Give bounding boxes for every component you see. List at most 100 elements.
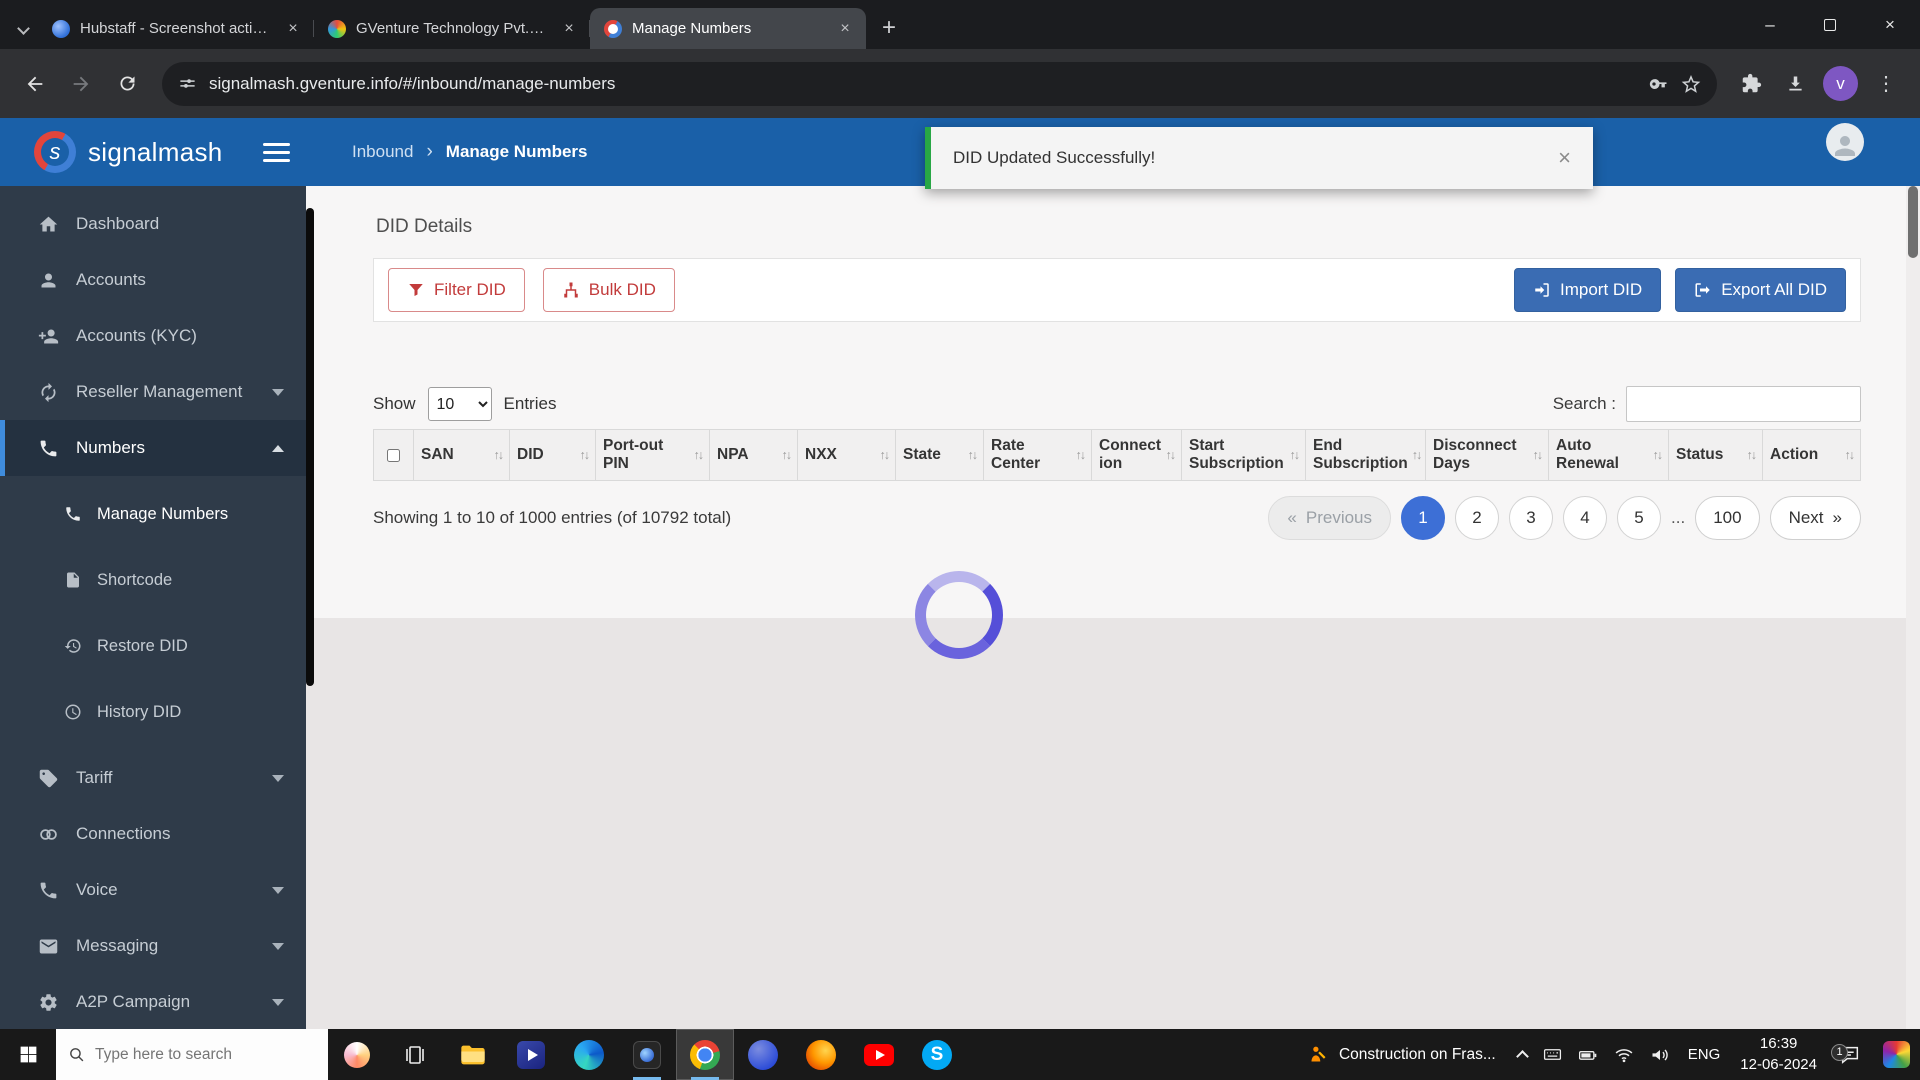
column-header-action[interactable]: Action↑↓ — [1763, 430, 1860, 480]
column-header-connection[interactable]: Connection↑↓ — [1092, 430, 1182, 480]
close-button[interactable]: × — [1860, 0, 1920, 49]
column-header-npa[interactable]: NPA↑↓ — [710, 430, 798, 480]
pagination-previous-button[interactable]: « Previous — [1268, 496, 1391, 540]
sort-icon[interactable]: ↑↓ — [494, 448, 503, 462]
sidebar-item-messaging[interactable]: Messaging — [0, 918, 306, 974]
sidebar-item-manage-numbers[interactable]: Manage Numbers — [0, 481, 306, 547]
browser-tab-gventure[interactable]: GVenture Technology Pvt. Ltd. × — [314, 8, 590, 49]
sidebar-item-voice[interactable]: Voice — [0, 862, 306, 918]
tab-close-icon[interactable]: × — [558, 18, 580, 40]
extensions-button[interactable] — [1731, 64, 1771, 104]
sidebar-item-restore-did[interactable]: Restore DID — [0, 613, 306, 679]
password-key-icon[interactable] — [1649, 74, 1669, 94]
column-header-end-subscription[interactable]: End Subscription↑↓ — [1306, 430, 1426, 480]
bulk-did-button[interactable]: Bulk DID — [543, 268, 675, 312]
file-explorer-button[interactable] — [444, 1029, 502, 1080]
sidebar-toggle-button[interactable] — [261, 137, 292, 168]
teams-button[interactable] — [734, 1029, 792, 1080]
sidebar-item-tariff[interactable]: Tariff — [0, 750, 306, 806]
sidebar-item-connections[interactable]: Connections — [0, 806, 306, 862]
bookmark-star-icon[interactable] — [1681, 74, 1701, 94]
tab-close-icon[interactable]: × — [834, 18, 856, 40]
pagination-page-button[interactable]: 2 — [1455, 496, 1499, 540]
sidebar-item-a2p-campaign[interactable]: A2P Campaign — [0, 974, 306, 1030]
sort-icon[interactable]: ↑↓ — [1290, 448, 1299, 462]
wifi-tray-button[interactable] — [1606, 1045, 1642, 1065]
pagination-page-button[interactable]: 4 — [1563, 496, 1607, 540]
sort-icon[interactable]: ↑↓ — [968, 448, 977, 462]
sort-icon[interactable]: ↑↓ — [1845, 448, 1854, 462]
column-header-start-subscription[interactable]: Start Subscription↑↓ — [1182, 430, 1306, 480]
browser-menu-button[interactable]: ⋮ — [1866, 64, 1906, 104]
language-indicator[interactable]: ENG — [1678, 1046, 1731, 1063]
sort-icon[interactable]: ↑↓ — [880, 448, 889, 462]
taskbar-search-box[interactable] — [56, 1029, 328, 1080]
site-settings-icon[interactable] — [178, 74, 197, 93]
url-text[interactable]: signalmash.gventure.info/#/inbound/manag… — [209, 74, 1637, 94]
minimize-button[interactable]: – — [1740, 0, 1800, 49]
pagination-page-button[interactable]: 3 — [1509, 496, 1553, 540]
sidebar-item-accounts-kyc[interactable]: Accounts (KYC) — [0, 308, 306, 364]
filter-did-button[interactable]: Filter DID — [388, 268, 525, 312]
sort-icon[interactable]: ↑↓ — [1166, 448, 1175, 462]
browser-profile-avatar[interactable]: v — [1823, 66, 1858, 101]
page-scrollbar-thumb[interactable] — [1908, 186, 1918, 258]
maximize-button[interactable] — [1800, 0, 1860, 49]
table-search-input[interactable] — [1626, 386, 1861, 422]
sidebar-item-accounts[interactable]: Accounts — [0, 252, 306, 308]
touch-keyboard-button[interactable] — [1535, 1045, 1570, 1064]
sort-icon[interactable]: ↑↓ — [1533, 448, 1542, 462]
taskbar-clock[interactable]: 16:39 12-06-2024 — [1730, 1034, 1827, 1075]
column-header-disconnect-days[interactable]: Disconnect Days↑↓ — [1426, 430, 1549, 480]
task-view-button[interactable] — [386, 1029, 444, 1080]
sort-icon[interactable]: ↑↓ — [1076, 448, 1085, 462]
news-widget[interactable]: Construction on Fras... — [1294, 1044, 1510, 1065]
tray-app-icon[interactable] — [1883, 1041, 1910, 1068]
column-header-auto-renewal[interactable]: Auto Renewal↑↓ — [1549, 430, 1669, 480]
skype-button[interactable]: S — [908, 1029, 966, 1080]
sort-icon[interactable]: ↑↓ — [782, 448, 791, 462]
toast-close-icon[interactable]: × — [1558, 145, 1571, 171]
pagination-page-button[interactable]: 5 — [1617, 496, 1661, 540]
browser-tab-manage-numbers[interactable]: Manage Numbers × — [590, 8, 866, 49]
column-header-san[interactable]: SAN↑↓ — [414, 430, 510, 480]
firefox-button[interactable] — [792, 1029, 850, 1080]
chrome-button[interactable] — [676, 1029, 734, 1080]
page-scrollbar[interactable] — [1906, 186, 1920, 1029]
user-avatar[interactable] — [1826, 123, 1864, 161]
tab-search-chevron-icon[interactable] — [8, 11, 38, 49]
youtube-button[interactable] — [850, 1029, 908, 1080]
page-size-select[interactable]: 10 — [428, 387, 492, 421]
volume-tray-button[interactable] — [1642, 1045, 1678, 1065]
search-highlight-icon[interactable] — [328, 1029, 386, 1080]
edge-button[interactable] — [560, 1029, 618, 1080]
sort-icon[interactable]: ↑↓ — [580, 448, 589, 462]
import-did-button[interactable]: Import DID — [1514, 268, 1661, 312]
pagination-page-button[interactable]: 1 — [1401, 496, 1445, 540]
new-tab-button[interactable]: + — [872, 11, 906, 45]
forward-button[interactable] — [60, 63, 102, 105]
screenshot-app-button[interactable] — [618, 1029, 676, 1080]
sort-icon[interactable]: ↑↓ — [1747, 448, 1756, 462]
sidebar-item-reseller-management[interactable]: Reseller Management — [0, 364, 306, 420]
sidebar-item-history-did[interactable]: History DID — [0, 679, 306, 745]
sort-icon[interactable]: ↑↓ — [1412, 448, 1421, 462]
column-header-state[interactable]: State↑↓ — [896, 430, 984, 480]
select-all-checkbox[interactable] — [387, 449, 400, 462]
column-header-portout-pin[interactable]: Port-out PIN↑↓ — [596, 430, 710, 480]
sidebar-item-shortcode[interactable]: Shortcode — [0, 547, 306, 613]
back-button[interactable] — [14, 63, 56, 105]
downloads-button[interactable] — [1775, 64, 1815, 104]
sort-icon[interactable]: ↑↓ — [694, 448, 703, 462]
sort-icon[interactable]: ↑↓ — [1653, 448, 1662, 462]
tray-expand-button[interactable] — [1510, 1048, 1535, 1061]
pagination-next-button[interactable]: Next » — [1770, 496, 1861, 540]
battery-tray-button[interactable] — [1570, 1045, 1606, 1065]
address-bar[interactable]: signalmash.gventure.info/#/inbound/manag… — [162, 62, 1717, 106]
column-header-did[interactable]: DID↑↓ — [510, 430, 596, 480]
breadcrumb-parent[interactable]: Inbound — [352, 142, 413, 162]
column-header-rate-center[interactable]: Rate Center↑↓ — [984, 430, 1092, 480]
browser-tab-hubstaff[interactable]: Hubstaff - Screenshot activity × — [38, 8, 314, 49]
column-header-status[interactable]: Status↑↓ — [1669, 430, 1763, 480]
reload-button[interactable] — [106, 63, 148, 105]
